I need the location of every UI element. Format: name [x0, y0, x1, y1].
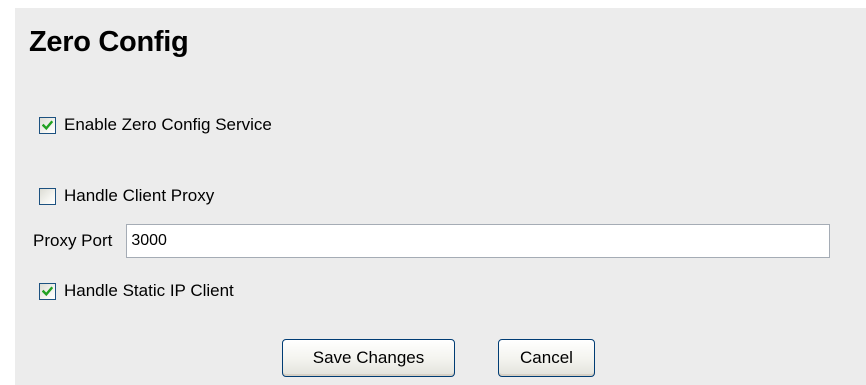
handle-static-ip-label[interactable]: Handle Static IP Client: [64, 281, 234, 301]
enable-service-row: Enable Zero Config Service: [39, 115, 272, 135]
save-changes-button[interactable]: Save Changes: [282, 339, 455, 377]
handle-client-proxy-checkbox[interactable]: [39, 187, 56, 205]
proxy-port-row: Proxy Port: [33, 224, 831, 258]
proxy-port-label: Proxy Port: [33, 231, 113, 250]
handle-client-proxy-row: Handle Client Proxy: [39, 186, 214, 206]
proxy-port-input[interactable]: [126, 224, 831, 258]
checkmark-icon: [42, 120, 53, 130]
checkmark-icon: [42, 286, 53, 296]
cancel-button[interactable]: Cancel: [498, 339, 595, 377]
zero-config-panel: Zero Config Enable Zero Config Service H…: [15, 8, 866, 385]
enable-service-checkbox[interactable]: [39, 116, 56, 134]
page-title: Zero Config: [29, 26, 189, 58]
handle-static-ip-row: Handle Static IP Client: [39, 281, 234, 301]
handle-client-proxy-label[interactable]: Handle Client Proxy: [64, 186, 214, 206]
handle-static-ip-checkbox[interactable]: [39, 282, 56, 300]
enable-service-label[interactable]: Enable Zero Config Service: [64, 115, 272, 135]
